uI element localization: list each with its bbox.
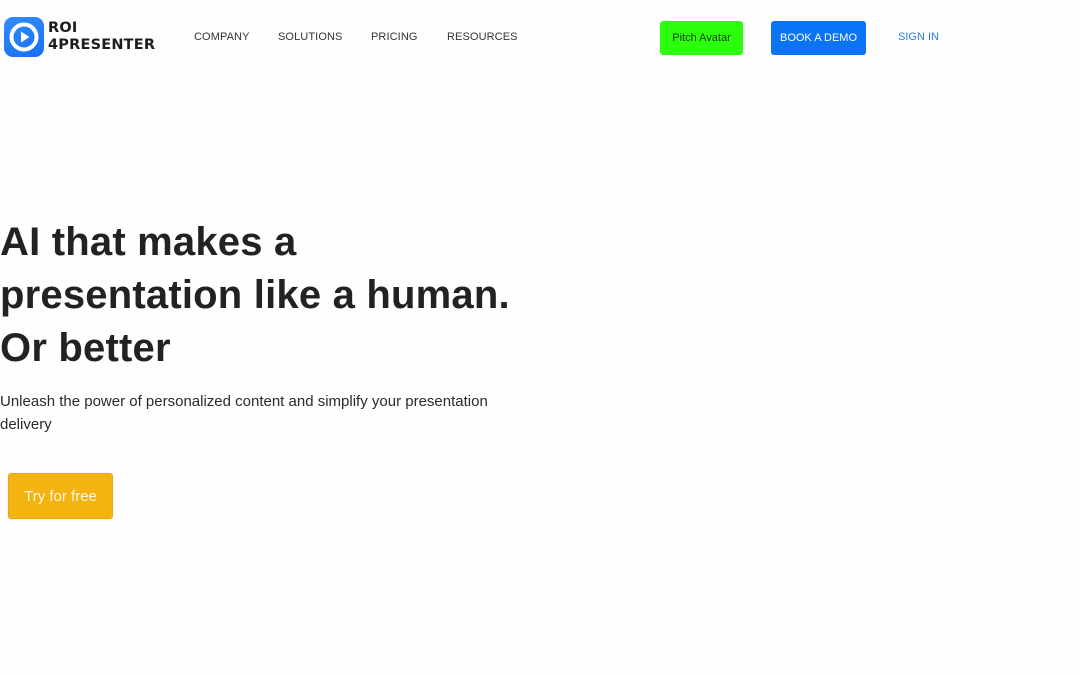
hero-title-line-1: AI that makes a [0, 220, 297, 264]
nav-item-company[interactable]: COMPANY [194, 31, 250, 43]
hero-title-line-2: presentation like a human. [0, 273, 510, 317]
brand-name-line1: ROI [48, 20, 78, 36]
book-demo-button[interactable]: BOOK A DEMO [771, 21, 866, 55]
brand-logo[interactable]: ROI 4PRESENTER [4, 17, 155, 57]
hero-subtitle: Unleash the power of personalized conten… [0, 393, 488, 433]
play-icon [4, 17, 44, 57]
hero-title-line-3: Or better [0, 326, 171, 370]
try-for-free-button[interactable]: Try for free [8, 473, 113, 519]
nav-item-pricing[interactable]: PRICING [371, 31, 418, 43]
hero-title: AI that makes a presentation like a huma… [0, 216, 560, 375]
pitch-avatar-button[interactable]: Pitch Avatar [660, 21, 743, 55]
nav-item-resources[interactable]: RESOURCES [447, 31, 518, 43]
sign-in-link[interactable]: SIGN IN [898, 31, 939, 43]
nav-item-solutions[interactable]: SOLUTIONS [278, 31, 342, 43]
brand-name-line2: 4PRESENTER [48, 37, 156, 53]
site-header: ROI 4PRESENTER COMPANY SOLUTIONS PRICING… [0, 0, 1080, 75]
brand-name: ROI 4PRESENTER [48, 20, 155, 54]
